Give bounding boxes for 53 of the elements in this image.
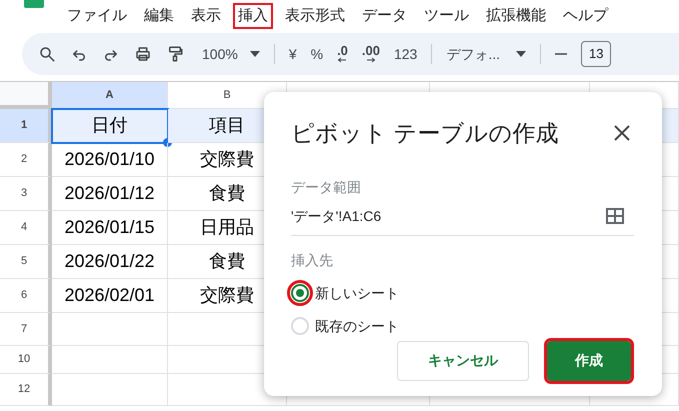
row-header[interactable]: 7 [0, 313, 52, 346]
increase-decimal-button[interactable]: .00 [362, 45, 380, 63]
menu-item[interactable]: 挿入 [235, 5, 271, 27]
menu-item[interactable]: 表示形式 [282, 5, 348, 27]
number-format[interactable]: 123 [394, 44, 418, 64]
font-dropdown[interactable]: デフォ... [446, 44, 526, 64]
paint-format-icon[interactable] [166, 45, 184, 63]
corner-cell[interactable] [0, 82, 52, 109]
left-arrow-icon [337, 57, 348, 63]
percent-format[interactable]: % [310, 44, 324, 64]
minus-icon[interactable] [555, 53, 568, 55]
zoom-dropdown[interactable]: 100% [202, 44, 260, 64]
table-cell[interactable]: 2026/01/10 [52, 143, 168, 177]
right-arrow-icon [366, 57, 376, 63]
range-label: データ範囲 [291, 178, 362, 196]
table-cell[interactable]: 2026/02/01 [52, 279, 168, 313]
menu-item[interactable]: ファイル [64, 5, 130, 27]
menu-item[interactable]: ヘルプ [560, 5, 611, 27]
row-header[interactable]: 4 [0, 211, 52, 245]
table-cell[interactable] [52, 313, 168, 346]
destination-label: 挿入先 [291, 250, 334, 270]
menu-item[interactable]: 表示 [188, 5, 224, 27]
range-field[interactable]: 'データ'!A1:C6 [291, 206, 634, 236]
menu-item[interactable]: 拡張機能 [483, 5, 549, 27]
grid-icon[interactable] [606, 208, 624, 224]
row-header[interactable]: 6 [0, 279, 52, 313]
row-header[interactable]: 10 [0, 346, 52, 374]
menu-item[interactable]: 編集 [141, 5, 177, 27]
row-header[interactable]: 1 [0, 109, 52, 143]
menu-item[interactable]: ツール [421, 5, 472, 27]
close-icon[interactable] [614, 125, 630, 142]
dialog-title: ピボット テーブルの作成 [291, 119, 558, 148]
table-cell[interactable] [52, 374, 168, 406]
column-header[interactable]: A [52, 82, 168, 109]
currency-format[interactable]: ¥ [288, 44, 297, 64]
table-cell[interactable] [52, 346, 168, 374]
caret-icon [250, 51, 260, 57]
row-header[interactable]: 3 [0, 177, 52, 211]
cancel-button[interactable]: キャンセル [397, 340, 529, 380]
font-size-field[interactable]: 13 [581, 41, 612, 67]
row-header[interactable]: 5 [0, 245, 52, 279]
table-cell[interactable]: 2026/01/12 [52, 177, 168, 211]
radio-label[interactable]: 新しいシート [315, 282, 399, 304]
row-header[interactable]: 12 [0, 374, 52, 406]
decrease-decimal-button[interactable]: .0 [337, 45, 348, 63]
search-icon[interactable] [38, 45, 56, 63]
table-cell[interactable]: 2026/01/22 [52, 245, 168, 279]
caret-icon [516, 51, 526, 57]
table-cell[interactable]: 2026/01/15 [52, 211, 168, 245]
menu-item[interactable]: データ [359, 5, 410, 27]
print-icon[interactable] [134, 45, 152, 63]
radio-label[interactable]: 既存のシート [315, 316, 399, 336]
row-header[interactable]: 2 [0, 143, 52, 177]
